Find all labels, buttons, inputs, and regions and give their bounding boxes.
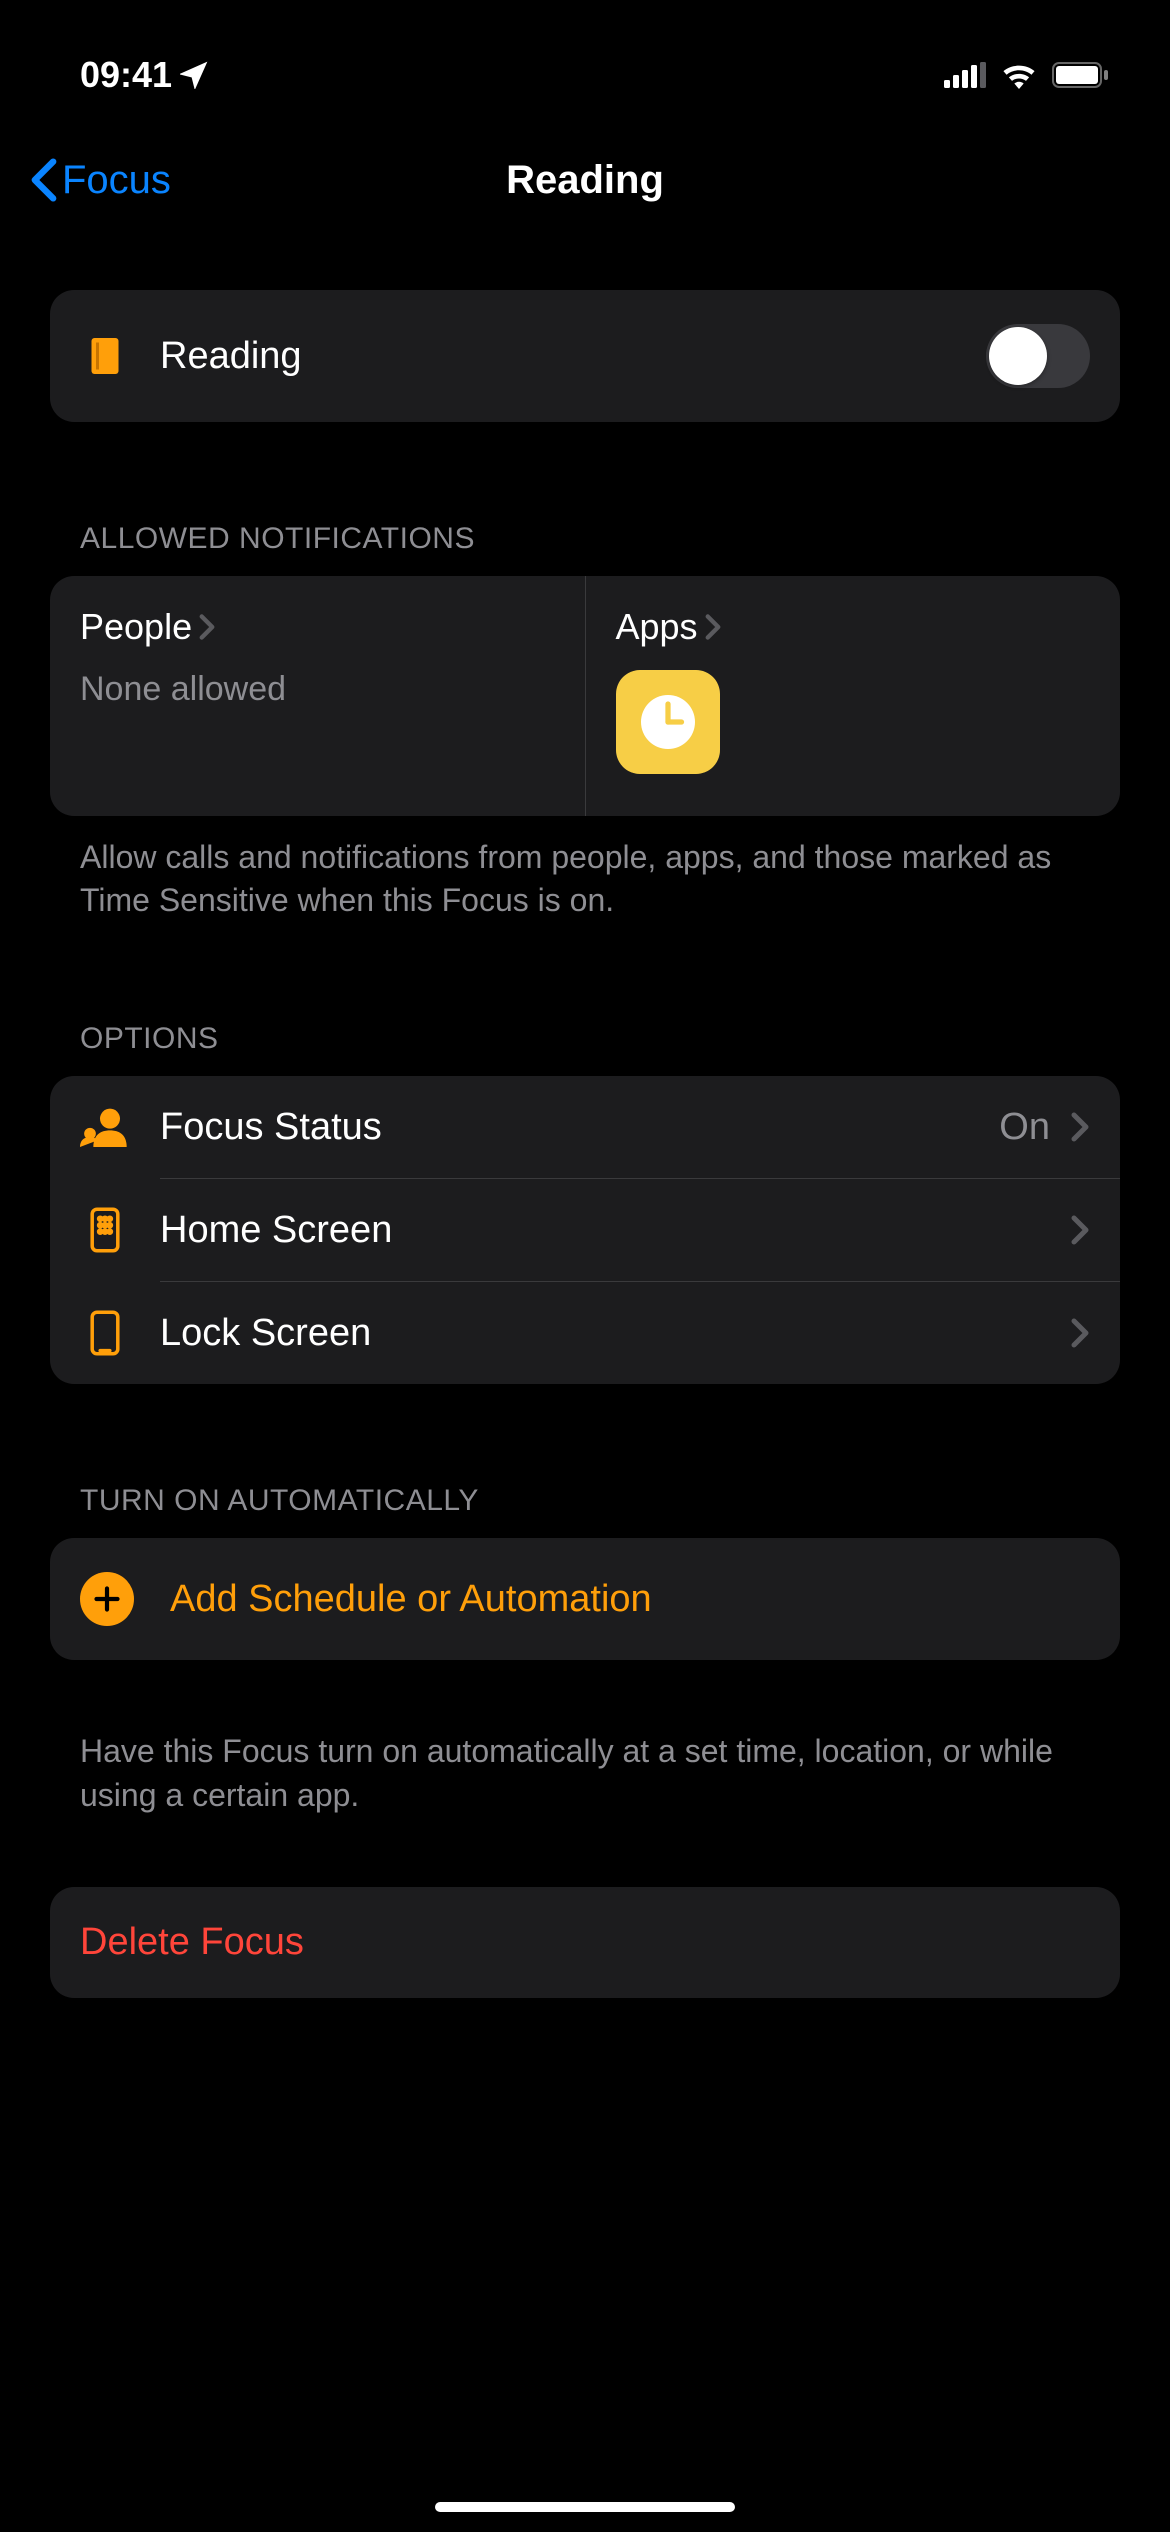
status-bar: 09:41 <box>0 0 1170 120</box>
home-indicator[interactable] <box>435 2502 735 2512</box>
focus-toggle-cell[interactable]: Reading <box>50 290 1120 422</box>
allowed-footer: Allow calls and notifications from peopl… <box>50 816 1120 922</box>
automation-group: Add Schedule or Automation <box>50 1538 1120 1660</box>
people-label: People <box>80 606 192 648</box>
home-screen-icon <box>80 1205 130 1255</box>
chevron-right-icon <box>1070 1111 1090 1143</box>
location-icon <box>180 61 208 89</box>
battery-icon <box>1052 62 1110 88</box>
focus-toggle-group: Reading <box>50 290 1120 422</box>
lock-screen-cell[interactable]: Lock Screen <box>50 1282 1120 1384</box>
nav-header: Focus Reading <box>0 120 1170 220</box>
person-icon <box>80 1102 130 1152</box>
delete-group: Delete Focus <box>50 1887 1120 1998</box>
toggle-knob <box>989 327 1047 385</box>
focus-status-label: Focus Status <box>160 1106 999 1149</box>
focus-status-cell[interactable]: Focus Status On <box>50 1076 1120 1178</box>
delete-focus-label: Delete Focus <box>80 1921 1090 1964</box>
people-header: People <box>80 606 555 648</box>
wifi-icon <box>1000 61 1038 89</box>
people-column[interactable]: People None allowed <box>50 576 586 816</box>
lock-screen-icon <box>80 1308 130 1358</box>
back-label: Focus <box>62 158 171 203</box>
chevron-right-icon <box>1070 1317 1090 1349</box>
focus-toggle-label: Reading <box>160 335 986 378</box>
chevron-right-icon <box>1070 1214 1090 1246</box>
automation-header: TURN ON AUTOMATICALLY <box>50 1484 1120 1538</box>
allowed-group: People None allowed Apps <box>50 576 1120 816</box>
cellular-icon <box>944 62 986 88</box>
focus-toggle-switch[interactable] <box>986 324 1090 388</box>
apps-column[interactable]: Apps <box>586 576 1121 816</box>
options-header: OPTIONS <box>50 1022 1120 1076</box>
chevron-right-icon <box>198 613 216 641</box>
add-schedule-cell[interactable]: Add Schedule or Automation <box>50 1538 1120 1660</box>
clock-app-icon <box>616 670 720 774</box>
nav-title: Reading <box>506 158 664 203</box>
status-right-icons <box>944 61 1110 89</box>
people-value: None allowed <box>80 670 555 709</box>
options-group: Focus Status On <box>50 1076 1120 1384</box>
back-button[interactable]: Focus <box>30 158 171 203</box>
apps-label: Apps <box>616 606 698 648</box>
automation-footer: Have this Focus turn on automatically at… <box>50 1710 1120 1816</box>
book-icon <box>80 331 130 381</box>
home-screen-label: Home Screen <box>160 1209 1070 1252</box>
chevron-left-icon <box>30 158 58 202</box>
allowed-header: ALLOWED NOTIFICATIONS <box>50 522 1120 576</box>
status-time-text: 09:41 <box>80 54 172 96</box>
home-screen-cell[interactable]: Home Screen <box>50 1179 1120 1281</box>
focus-status-value: On <box>999 1106 1050 1149</box>
delete-focus-cell[interactable]: Delete Focus <box>50 1887 1120 1998</box>
chevron-right-icon <box>704 613 722 641</box>
apps-header: Apps <box>616 606 1091 648</box>
status-time: 09:41 <box>80 54 208 96</box>
lock-screen-label: Lock Screen <box>160 1312 1070 1355</box>
plus-icon <box>80 1572 134 1626</box>
add-schedule-label: Add Schedule or Automation <box>170 1578 652 1621</box>
